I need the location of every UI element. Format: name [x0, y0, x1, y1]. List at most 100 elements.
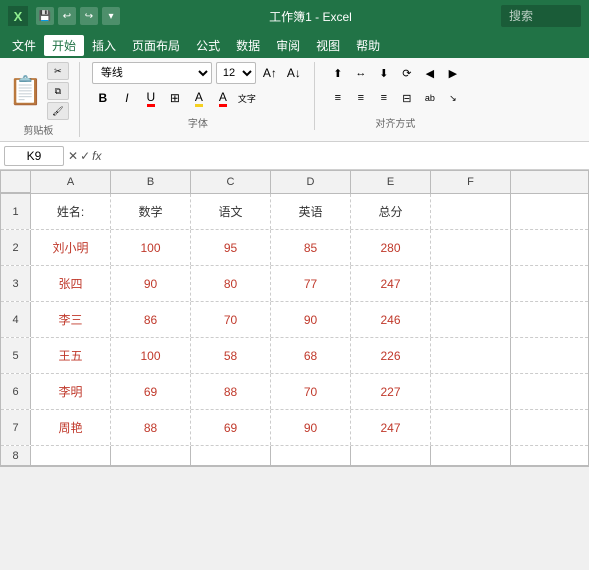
cell-b1[interactable]: 数学 — [111, 194, 191, 229]
underline-button[interactable]: U — [140, 87, 162, 109]
merge-button[interactable]: ⊟ — [396, 87, 418, 109]
menu-data[interactable]: 数据 — [228, 35, 268, 56]
cell-a7[interactable]: 周艳 — [31, 410, 111, 445]
cell-d3[interactable]: 77 — [271, 266, 351, 301]
cell-c2[interactable]: 95 — [191, 230, 271, 265]
bold-button[interactable]: B — [92, 87, 114, 109]
cell-e4[interactable]: 246 — [351, 302, 431, 337]
col-header-e[interactable]: E — [351, 171, 431, 193]
wrap-text-btn2[interactable]: ab — [419, 87, 441, 109]
cell-e3[interactable]: 247 — [351, 266, 431, 301]
align-bottom-button[interactable]: ⬇ — [373, 62, 395, 84]
indent-decrease-button[interactable]: ◀ — [419, 62, 441, 84]
cell-f3[interactable] — [431, 266, 511, 301]
cell-e2[interactable]: 280 — [351, 230, 431, 265]
formula-confirm-icon[interactable]: ✓ — [80, 149, 90, 163]
cell-f7[interactable] — [431, 410, 511, 445]
expand-align-button[interactable]: ↘ — [442, 87, 464, 109]
col-header-b[interactable]: B — [111, 171, 191, 193]
row-header-4[interactable]: 4 — [1, 302, 31, 337]
italic-button[interactable]: I — [116, 87, 138, 109]
menu-formula[interactable]: 公式 — [188, 35, 228, 56]
col-header-c[interactable]: C — [191, 171, 271, 193]
font-color-button[interactable]: A — [212, 87, 234, 109]
cell-b5[interactable]: 100 — [111, 338, 191, 373]
search-input[interactable] — [501, 5, 581, 27]
formula-cancel-icon[interactable]: ✕ — [68, 149, 78, 163]
cell-c3[interactable]: 80 — [191, 266, 271, 301]
menu-insert[interactable]: 插入 — [84, 35, 124, 56]
cell-b7[interactable]: 88 — [111, 410, 191, 445]
cell-f1[interactable] — [431, 194, 511, 229]
row-header-7[interactable]: 7 — [1, 410, 31, 445]
cell-d6[interactable]: 70 — [271, 374, 351, 409]
row-header-1[interactable]: 1 — [1, 194, 31, 229]
cell-c6[interactable]: 88 — [191, 374, 271, 409]
font-name-select[interactable]: 等线 — [92, 62, 212, 84]
align-center-button[interactable]: ≡ — [350, 87, 372, 109]
align-top-button[interactable]: ⬆ — [327, 62, 349, 84]
align-middle-button[interactable]: ↔ — [350, 62, 372, 84]
menu-file[interactable]: 文件 — [4, 35, 44, 56]
cell-c5[interactable]: 58 — [191, 338, 271, 373]
cell-f5[interactable] — [431, 338, 511, 373]
menu-home[interactable]: 开始 — [44, 35, 84, 56]
menu-review[interactable]: 审阅 — [268, 35, 308, 56]
formula-fx-icon[interactable]: fx — [92, 149, 101, 163]
undo-button[interactable]: ↩ — [58, 7, 76, 25]
menu-page-layout[interactable]: 页面布局 — [124, 35, 188, 56]
wrap-text-button[interactable]: 文字 — [236, 87, 258, 109]
cell-a8[interactable] — [31, 446, 111, 465]
cell-c8[interactable] — [191, 446, 271, 465]
cell-c4[interactable]: 70 — [191, 302, 271, 337]
more-button[interactable]: ▾ — [102, 7, 120, 25]
cell-e8[interactable] — [351, 446, 431, 465]
cell-e6[interactable]: 227 — [351, 374, 431, 409]
decrease-font-button[interactable]: A↓ — [284, 63, 304, 83]
cell-reference-input[interactable] — [4, 146, 64, 166]
increase-font-button[interactable]: A↑ — [260, 63, 280, 83]
col-header-d[interactable]: D — [271, 171, 351, 193]
row-header-5[interactable]: 5 — [1, 338, 31, 373]
cell-d5[interactable]: 68 — [271, 338, 351, 373]
cell-f8[interactable] — [431, 446, 511, 465]
cell-b2[interactable]: 100 — [111, 230, 191, 265]
paste-icon[interactable]: 📋 — [8, 77, 43, 105]
row-header-6[interactable]: 6 — [1, 374, 31, 409]
save-button[interactable]: 💾 — [36, 7, 54, 25]
cell-a5[interactable]: 王五 — [31, 338, 111, 373]
cell-b8[interactable] — [111, 446, 191, 465]
cell-f2[interactable] — [431, 230, 511, 265]
format-painter-button[interactable]: 🖌 — [47, 102, 69, 120]
cell-d7[interactable]: 90 — [271, 410, 351, 445]
cell-e5[interactable]: 226 — [351, 338, 431, 373]
border-button[interactable]: ⊞ — [164, 87, 186, 109]
cell-d8[interactable] — [271, 446, 351, 465]
row-header-8[interactable]: 8 — [1, 446, 31, 465]
formula-input[interactable] — [105, 149, 585, 163]
cell-e1[interactable]: 总分 — [351, 194, 431, 229]
cell-b3[interactable]: 90 — [111, 266, 191, 301]
row-header-3[interactable]: 3 — [1, 266, 31, 301]
cell-c1[interactable]: 语文 — [191, 194, 271, 229]
indent-increase-button[interactable]: ▶ — [442, 62, 464, 84]
quick-access-toolbar[interactable]: 💾 ↩ ↪ ▾ — [36, 7, 120, 25]
menu-view[interactable]: 视图 — [308, 35, 348, 56]
redo-button[interactable]: ↪ — [80, 7, 98, 25]
cell-a4[interactable]: 李三 — [31, 302, 111, 337]
text-direction-button[interactable]: ⟳ — [396, 62, 418, 84]
cell-e7[interactable]: 247 — [351, 410, 431, 445]
cell-a2[interactable]: 刘小明 — [31, 230, 111, 265]
cell-f6[interactable] — [431, 374, 511, 409]
copy-button[interactable]: ⧉ — [47, 82, 69, 100]
cell-a6[interactable]: 李明 — [31, 374, 111, 409]
cell-a3[interactable]: 张四 — [31, 266, 111, 301]
row-header-2[interactable]: 2 — [1, 230, 31, 265]
cell-d2[interactable]: 85 — [271, 230, 351, 265]
align-left-button[interactable]: ≡ — [327, 87, 349, 109]
col-header-a[interactable]: A — [31, 171, 111, 193]
font-size-select[interactable]: 12 — [216, 62, 256, 84]
cell-d4[interactable]: 90 — [271, 302, 351, 337]
cell-d1[interactable]: 英语 — [271, 194, 351, 229]
cell-c7[interactable]: 69 — [191, 410, 271, 445]
